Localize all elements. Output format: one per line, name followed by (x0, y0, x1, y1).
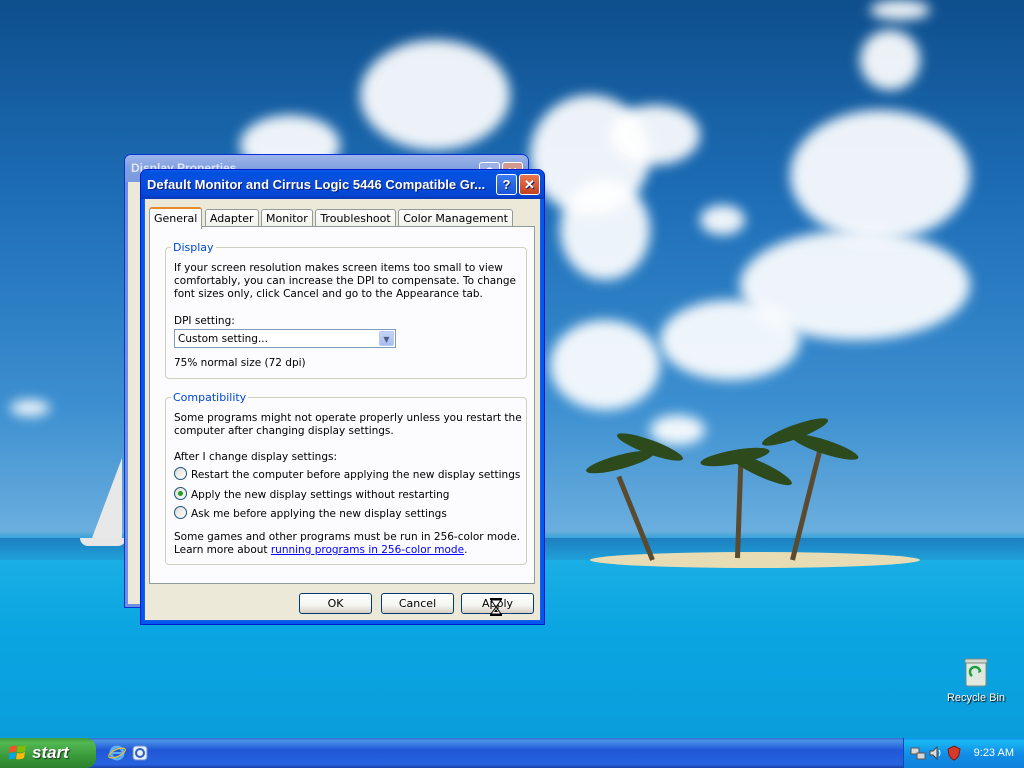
learn-more-line: Learn more about running programs in 256… (174, 544, 467, 557)
radio-apply-label: Apply the new display settings without r… (191, 489, 450, 501)
hourglass-cursor-icon (490, 598, 502, 616)
radio-ask-label: Ask me before applying the new display s… (191, 508, 447, 520)
recycle-bin-label: Recycle Bin (946, 692, 1006, 704)
display-description-line-3: font sizes only, click Cancel and go to … (174, 288, 483, 300)
help-button[interactable]: ? (496, 174, 517, 195)
radio-button-icon[interactable] (174, 467, 187, 480)
network-icon[interactable] (910, 745, 926, 761)
display-description-line-1: If your screen resolution makes screen i… (174, 262, 503, 274)
monitor-properties-dialog: Default Monitor and Cirrus Logic 5446 Co… (140, 169, 545, 625)
dialog-title: Default Monitor and Cirrus Logic 5446 Co… (147, 177, 486, 192)
recycle-bin-icon (962, 656, 990, 688)
display-description-line-2: comfortably, you can increase the DPI to… (174, 275, 517, 287)
security-icon[interactable] (946, 745, 962, 761)
tab-strip: General Adapter Monitor Troubleshoot Col… (149, 207, 513, 229)
tab-adapter[interactable]: Adapter (204, 209, 259, 227)
compat-description-line-2: computer after changing display settings… (174, 425, 394, 437)
chevron-down-icon[interactable]: ▼ (379, 331, 394, 346)
learn-more-suffix: . (464, 544, 468, 556)
internet-explorer-icon[interactable] (108, 744, 126, 762)
ok-button[interactable]: OK (299, 593, 372, 614)
windows-logo-icon (9, 745, 26, 760)
after-change-label: After I change display settings: (174, 451, 337, 463)
compat-description-line-1: Some programs might not operate properly… (174, 412, 522, 424)
dpi-setting-label: DPI setting: (174, 315, 235, 327)
tab-monitor[interactable]: Monitor (261, 209, 313, 227)
start-button[interactable]: start (0, 738, 96, 768)
dpi-setting-value: Custom setting... (178, 333, 268, 345)
tab-troubleshoot[interactable]: Troubleshoot (315, 209, 396, 227)
radio-restart-before-applying[interactable]: Restart the computer before applying the… (174, 467, 520, 481)
recycle-bin-desktop-icon[interactable]: Recycle Bin (944, 656, 1008, 704)
outlook-express-icon[interactable] (131, 744, 149, 762)
learn-more-prefix: Learn more about (174, 544, 271, 556)
dpi-setting-select[interactable]: Custom setting... ▼ (174, 329, 396, 348)
general-tab-panel: Display If your screen resolution makes … (149, 226, 535, 584)
radio-restart-label: Restart the computer before applying the… (191, 469, 521, 481)
cancel-button[interactable]: Cancel (381, 593, 454, 614)
taskbar: start 9:23 AM (0, 738, 1024, 768)
tab-color-management[interactable]: Color Management (398, 209, 513, 227)
start-label: start (32, 743, 69, 762)
dpi-size-text: 75% normal size (72 dpi) (174, 357, 306, 369)
taskbar-clock[interactable]: 9:23 AM (974, 738, 1014, 768)
tab-general[interactable]: General (149, 207, 203, 229)
radio-button-selected-icon[interactable] (174, 487, 187, 500)
radio-button-icon[interactable] (174, 506, 187, 519)
apply-button[interactable]: Apply (461, 593, 534, 616)
radio-ask-me-before[interactable]: Ask me before applying the new display s… (174, 506, 447, 520)
system-tray: 9:23 AM (903, 738, 1024, 768)
close-button[interactable]: ✕ (519, 174, 540, 195)
running-programs-256-color-link[interactable]: running programs in 256-color mode (271, 544, 464, 556)
radio-apply-without-restarting[interactable]: Apply the new display settings without r… (174, 487, 449, 501)
games-256-color-text: Some games and other programs must be ru… (174, 531, 521, 543)
dialog-titlebar[interactable]: Default Monitor and Cirrus Logic 5446 Co… (141, 170, 544, 199)
sound-icon[interactable] (928, 745, 944, 761)
